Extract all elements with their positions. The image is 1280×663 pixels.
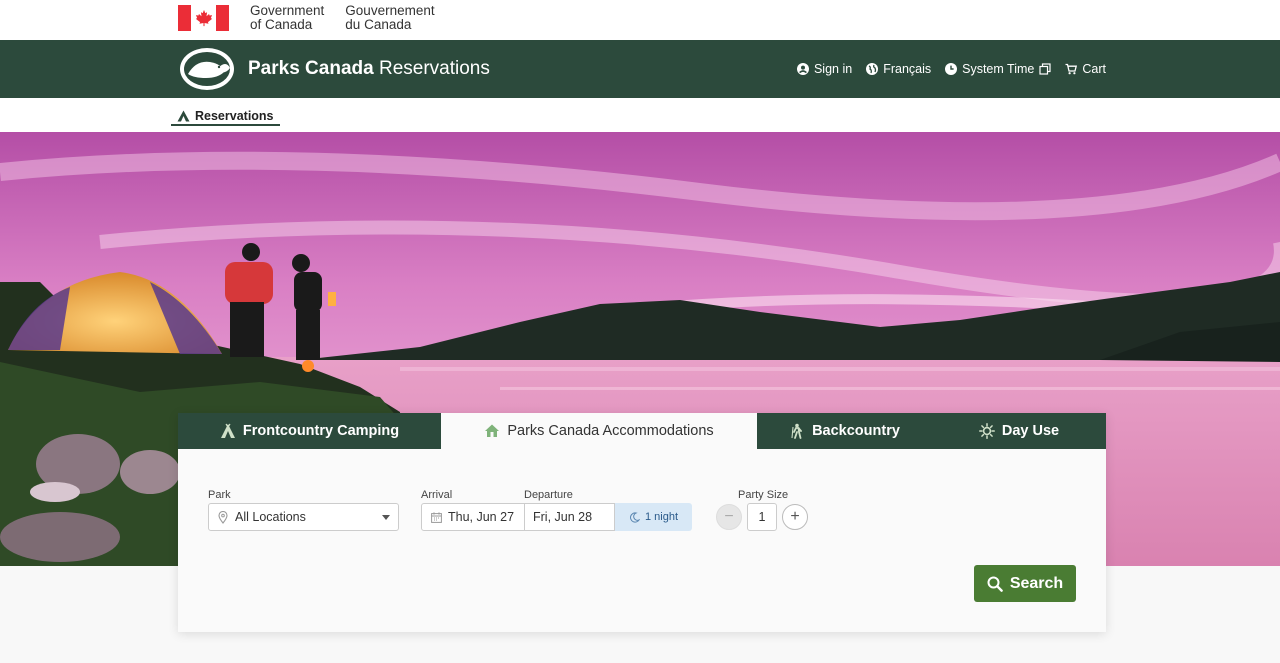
government-of-canada-text: Government of Canada [250,4,324,32]
hiker-icon [791,423,802,439]
tab-backcountry[interactable]: Backcountry [757,413,932,449]
language-label: Français [883,62,932,76]
system-time-link[interactable]: System Time [945,62,1051,76]
date-range-picker: Thu, Jun 27 Fri, Jun 28 1 night [421,503,692,531]
brand-light: Reservations [373,58,490,79]
globe-icon [866,63,879,75]
search-panel: Frontcountry Camping Parks Canada Accomm… [178,413,1106,632]
arrival-label: Arrival [421,489,453,501]
party-size-label: Party Size [738,489,789,501]
tab-parks-canada-accommodations[interactable]: Parks Canada Accommodations [441,413,757,449]
brand-title[interactable]: Parks Canada Reservations [248,58,490,80]
language-toggle-link[interactable]: Français [866,62,931,76]
chevron-down-icon [382,515,390,520]
gov-en-line2: of Canada [250,17,313,32]
sign-in-label: Sign in [813,62,853,76]
cart-label: Cart [1082,62,1106,76]
external-window-icon [1039,63,1051,75]
search-button[interactable]: Search [974,565,1076,602]
search-icon [987,576,1003,592]
system-time-label: System Time [962,62,1035,76]
cart-icon [1065,63,1078,75]
minus-icon: − [724,508,734,525]
tent-icon [220,423,235,438]
departure-date-field[interactable]: Fri, Jun 28 [525,503,615,531]
header-nav: Sign in Français System Time Cart [796,62,1106,76]
arrival-date-value: Thu, Jun 27 [448,510,515,524]
parks-canada-beaver-logo-icon[interactable] [178,46,236,92]
park-select-value: All Locations [235,510,306,524]
user-icon [796,63,809,75]
moon-icon [630,511,640,523]
nights-count-badge: 1 night [615,503,692,531]
brand-bold: Parks Canada [248,58,374,79]
party-size-decrement-button[interactable]: − [716,504,742,530]
tab-frontcountry-camping[interactable]: Frontcountry Camping [178,413,441,449]
gouvernement-du-canada-text: Gouvernement du Canada [345,4,434,32]
nights-count-label: 1 night [644,511,679,523]
calendar-icon [431,511,442,523]
sub-navigation: Reservations [0,98,1280,132]
reservations-tab[interactable]: Reservations [171,107,280,126]
tab-day-use[interactable]: Day Use [932,413,1106,449]
tent-icon [177,110,190,121]
tab-backcountry-label: Backcountry [812,423,900,439]
reservations-label: Reservations [195,108,274,123]
canada-flag-icon [178,5,229,31]
reservation-type-tabs: Frontcountry Camping Parks Canada Accomm… [178,413,1106,449]
party-size-value: 1 [758,510,766,524]
party-size-increment-button[interactable]: + [782,504,808,530]
sun-icon [978,423,995,439]
house-icon [485,424,500,437]
departure-label: Departure [524,489,573,501]
sign-in-link[interactable]: Sign in [796,62,853,76]
location-pin-icon [218,510,228,524]
arrival-date-field[interactable]: Thu, Jun 27 [421,503,525,531]
tab-day-use-label: Day Use [1001,423,1060,439]
gov-en-line1: Government [250,3,325,18]
party-size-input[interactable]: 1 [747,503,777,531]
government-bar: Government of Canada Gouvernement du Can… [0,0,1280,40]
plus-icon: + [790,508,800,525]
clock-icon [945,63,958,75]
tab-parks-canada-accommodations-label: Parks Canada Accommodations [507,423,714,439]
cart-link[interactable]: Cart [1065,62,1106,76]
site-header: Parks Canada Reservations Sign in França… [0,40,1280,98]
search-button-label: Search [1009,574,1064,592]
park-label: Park [208,489,231,501]
park-select[interactable]: All Locations [208,503,399,531]
departure-date-value: Fri, Jun 28 [533,510,593,524]
tab-frontcountry-camping-label: Frontcountry Camping [242,423,400,439]
gov-fr-line1: Gouvernement [345,3,435,18]
gov-fr-line2: du Canada [345,17,412,32]
